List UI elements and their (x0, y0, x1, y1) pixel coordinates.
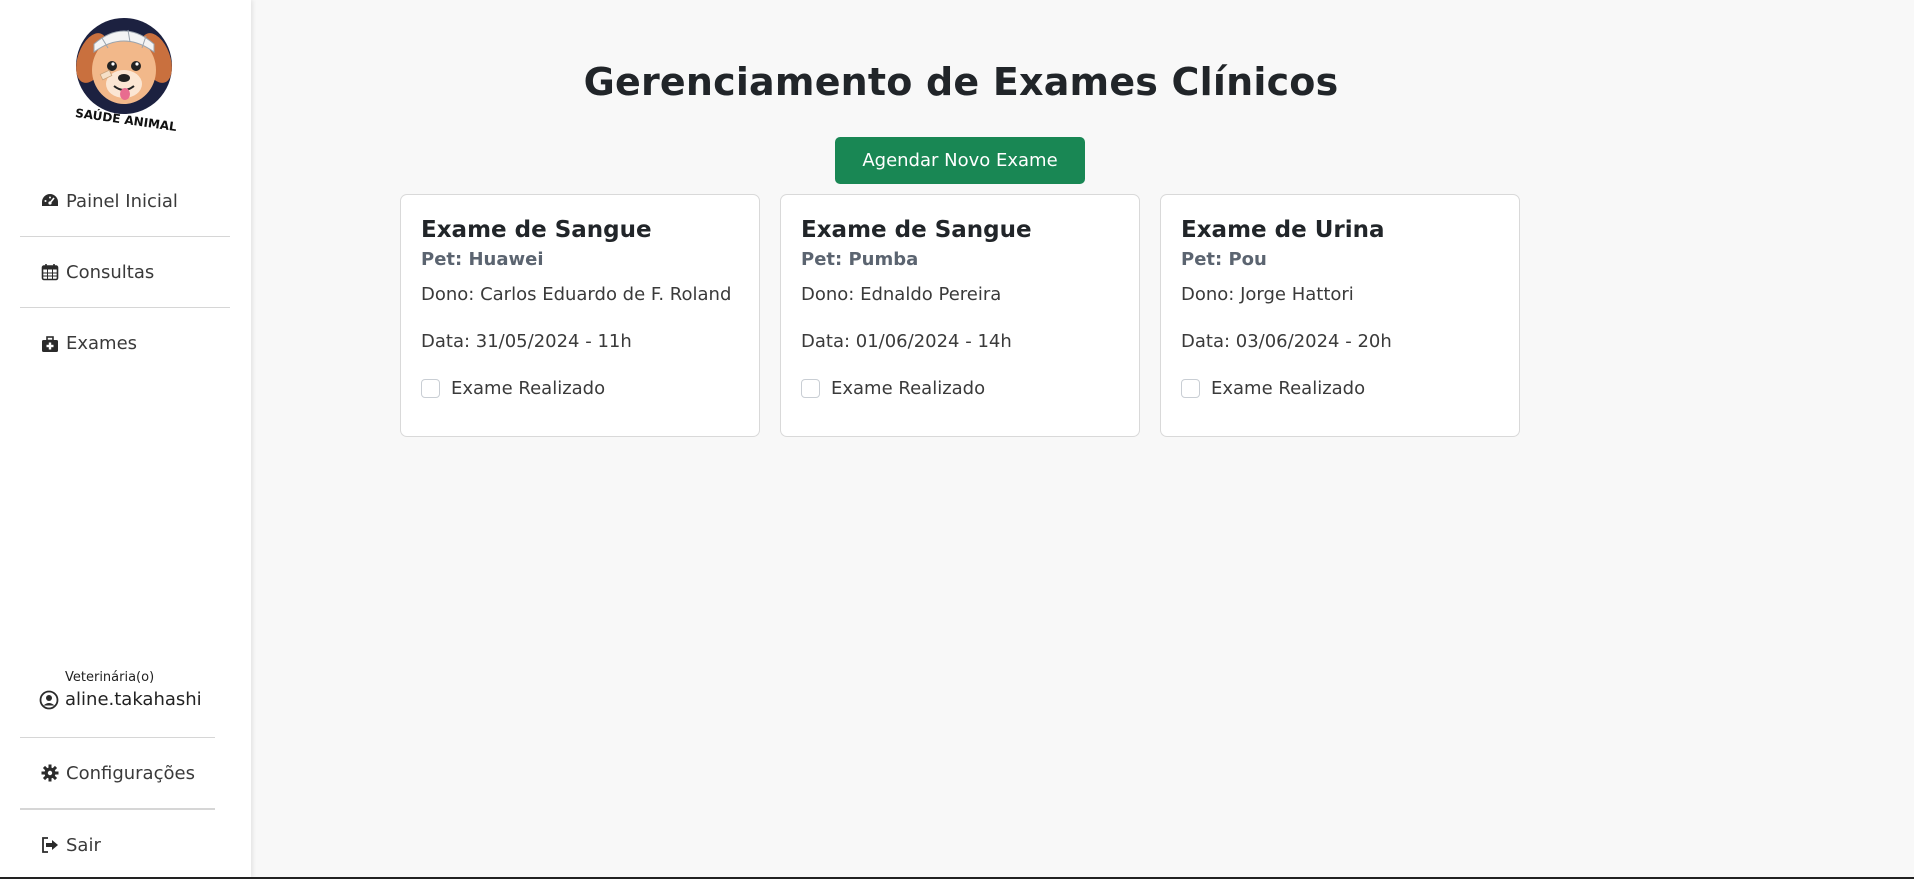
sidebar-nav: Painel Inicial Consultas Exames (20, 166, 230, 379)
sidebar-footer-nav: Configurações Sair (20, 737, 215, 879)
username: aline.takahashi (65, 689, 202, 710)
sign-out-icon (40, 835, 60, 855)
exam-done-label: Exame Realizado (1211, 378, 1366, 399)
saude-animal-logo[interactable]: SAÚDE ANIMAL (68, 8, 184, 134)
sidebar-item-painel-inicial[interactable]: Painel Inicial (20, 166, 230, 237)
user-name-row[interactable]: aline.takahashi (39, 689, 215, 710)
exam-date: Data: 03/06/2024 - 20h (1181, 331, 1392, 352)
user-role: Veterinária(o) (65, 670, 155, 685)
sidebar-item-sair[interactable]: Sair (20, 809, 215, 879)
exam-pet: Pet: Huawei (421, 249, 544, 270)
calendar-icon (40, 262, 60, 282)
app-root: SAÚDE ANIMAL Painel Inicial Consultas Ex… (0, 0, 1914, 879)
sidebar-item-label: Configurações (66, 762, 195, 784)
exam-done-toggle[interactable]: Exame Realizado (421, 378, 739, 399)
exam-date: Data: 01/06/2024 - 14h (801, 331, 1012, 352)
sidebar: SAÚDE ANIMAL Painel Inicial Consultas Ex… (0, 0, 251, 877)
exam-done-checkbox[interactable] (421, 379, 440, 398)
gear-icon (40, 763, 60, 783)
sidebar-item-exames[interactable]: Exames (20, 308, 230, 379)
sidebar-item-configuracoes[interactable]: Configurações (20, 738, 215, 809)
exam-type: Exame de Sangue (801, 217, 1032, 243)
schedule-new-exam-button[interactable]: Agendar Novo Exame (835, 137, 1085, 184)
exam-type: Exame de Sangue (421, 217, 652, 243)
user-info: Veterinária(o) aline.takahashi (20, 670, 215, 710)
exam-date: Data: 31/05/2024 - 11h (421, 331, 632, 352)
sidebar-item-consultas[interactable]: Consultas (20, 237, 230, 308)
main-content: Gerenciamento de Exames Clínicos Agendar… (251, 0, 1914, 877)
sidebar-item-label: Sair (66, 834, 101, 856)
exam-card: Exame de Urina Pet: Pou Dono: Jorge Hatt… (1160, 194, 1520, 437)
exam-done-label: Exame Realizado (831, 378, 986, 399)
sidebar-item-label: Consultas (66, 261, 155, 283)
medical-kit-icon (40, 334, 60, 354)
exam-pet: Pet: Pumba (801, 249, 919, 270)
exam-pet: Pet: Pou (1181, 249, 1267, 270)
dashboard-icon (40, 191, 60, 211)
exam-done-checkbox[interactable] (801, 379, 820, 398)
exam-done-toggle[interactable]: Exame Realizado (801, 378, 1119, 399)
sidebar-item-label: Exames (66, 333, 138, 354)
exam-done-label: Exame Realizado (451, 378, 606, 399)
exam-card: Exame de Sangue Pet: Huawei Dono: Carlos… (400, 194, 760, 437)
exam-card: Exame de Sangue Pet: Pumba Dono: Ednaldo… (780, 194, 1140, 437)
sidebar-item-label: Painel Inicial (66, 190, 178, 212)
page-title: Gerenciamento de Exames Clínicos (583, 60, 1339, 104)
user-circle-icon (39, 690, 59, 710)
exam-owner: Dono: Jorge Hattori (1181, 284, 1354, 305)
exam-done-toggle[interactable]: Exame Realizado (1181, 378, 1499, 399)
exam-owner: Dono: Ednaldo Pereira (801, 284, 1002, 305)
exam-owner: Dono: Carlos Eduardo de F. Roland (421, 284, 732, 305)
exam-type: Exame de Urina (1181, 217, 1385, 243)
exam-done-checkbox[interactable] (1181, 379, 1200, 398)
